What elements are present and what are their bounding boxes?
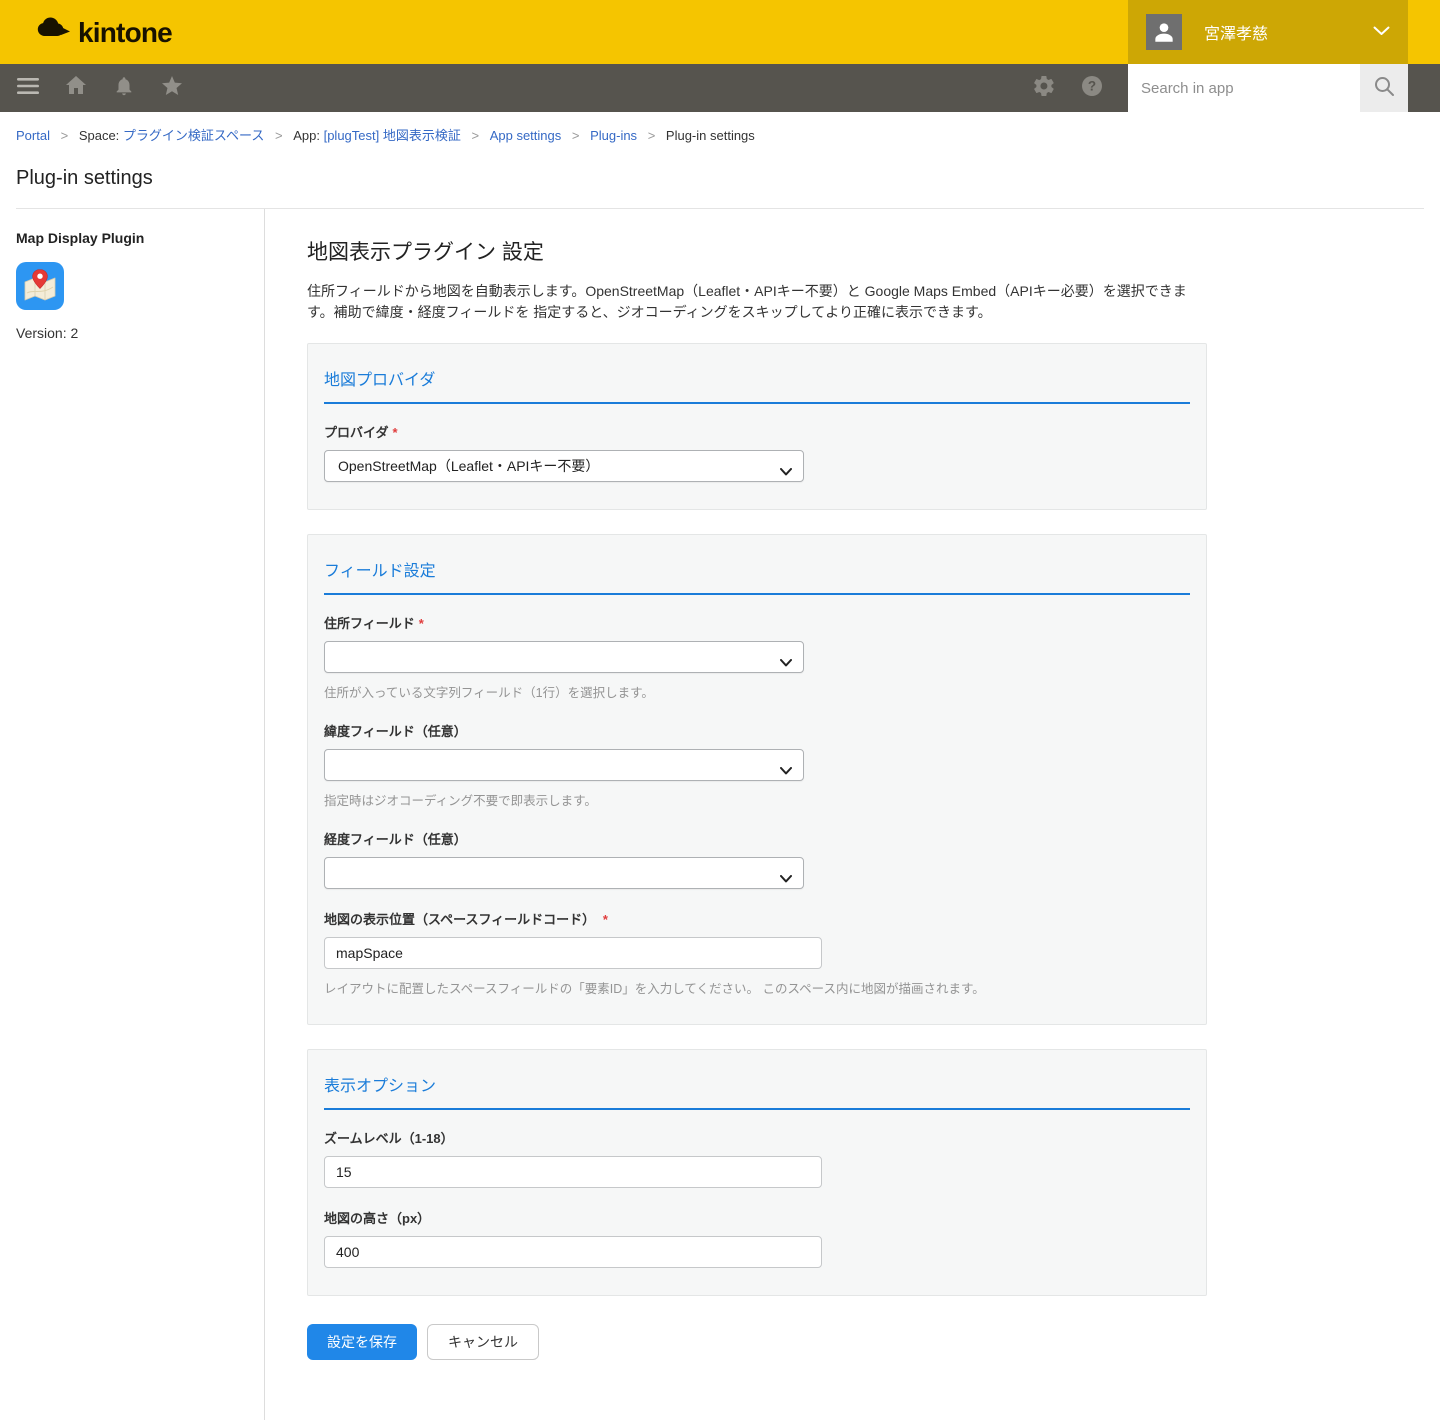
settings-heading: 地図表示プラグイン 設定 — [307, 239, 1207, 267]
form-actions: 設定を保存 キャンセル — [307, 1324, 1207, 1360]
hamburger-icon — [15, 75, 41, 102]
breadcrumb-app-prefix: App: — [293, 128, 320, 143]
map-space-field: 地図の表示位置（スペースフィールドコード） * レイアウトに配置したスペースフィ… — [324, 909, 1190, 997]
address-field: 住所フィールド* 住所が入っている文字列フィールド（1行）を選択します。 — [324, 613, 1190, 701]
chevron-down-icon — [780, 870, 792, 886]
required-marker: * — [419, 616, 424, 631]
search-icon — [1373, 75, 1396, 101]
field-label: 地図の表示位置（スペースフィールドコード） * — [324, 909, 1190, 928]
settings-button[interactable] — [1020, 64, 1068, 112]
section-title: 地図プロバイダ — [324, 360, 1190, 404]
content-area: Map Display Plugin Version: 2 地図表示プラグイン … — [0, 209, 1440, 1420]
section-title: 表示オプション — [324, 1066, 1190, 1110]
map-space-input[interactable] — [324, 937, 822, 969]
map-height-field: 地図の高さ（px） — [324, 1208, 1190, 1268]
breadcrumb: Portal > Space: プラグイン検証スペース > App: [plug… — [16, 125, 1424, 144]
app-search — [1128, 64, 1408, 112]
address-field-select[interactable] — [324, 641, 804, 673]
field-label: 地図の高さ（px） — [324, 1208, 1190, 1227]
zoom-level-input[interactable] — [324, 1156, 822, 1188]
field-label: 緯度フィールド（任意） — [324, 721, 1190, 740]
breadcrumb-separator: > — [61, 128, 69, 143]
page-title: Plug-in settings — [16, 165, 1424, 191]
field-help: レイアウトに配置したスペースフィールドの「要素ID」を入力してください。 このス… — [324, 978, 1190, 997]
svg-text:?: ? — [1088, 78, 1096, 93]
navbar-left-icons — [4, 64, 196, 112]
global-navbar: ? — [0, 64, 1440, 112]
plugin-sidebar: Map Display Plugin Version: 2 — [0, 209, 265, 1420]
chevron-down-icon — [780, 762, 792, 778]
home-icon — [64, 74, 88, 103]
provider-field: プロバイダ* OpenStreetMap（Leaflet・APIキー不要） — [324, 422, 1190, 482]
breadcrumb-plugins-link[interactable]: Plug-ins — [590, 128, 637, 143]
kintone-logo[interactable]: kintone — [36, 15, 172, 50]
breadcrumb-separator: > — [471, 128, 479, 143]
gear-icon — [1032, 74, 1056, 103]
field-label: ズームレベル（1-18） — [324, 1128, 1190, 1147]
field-label: プロバイダ* — [324, 422, 1190, 441]
plugin-icon — [16, 262, 64, 310]
navbar-right: ? — [1020, 64, 1408, 112]
breadcrumb-separator: > — [648, 128, 656, 143]
kintone-cloud-icon — [36, 15, 73, 50]
menu-button[interactable] — [4, 64, 52, 112]
notifications-button[interactable] — [100, 64, 148, 112]
breadcrumb-space-link[interactable]: プラグイン検証スペース — [123, 128, 264, 143]
field-label: 経度フィールド（任意） — [324, 829, 1190, 848]
kintone-logo-text: kintone — [78, 19, 172, 47]
field-help: 住所が入っている文字列フィールド（1行）を選択します。 — [324, 682, 1190, 701]
breadcrumb-portal-link[interactable]: Portal — [16, 128, 50, 143]
plugin-version: Version: 2 — [16, 325, 264, 341]
section-map-provider: 地図プロバイダ プロバイダ* OpenStreetMap（Leaflet・API… — [307, 343, 1207, 510]
section-title: フィールド設定 — [324, 551, 1190, 595]
longitude-field-select[interactable] — [324, 857, 804, 889]
help-icon: ? — [1080, 74, 1104, 103]
user-name: 宮澤孝慈 — [1204, 20, 1373, 44]
settings-description: 住所フィールドから地図を自動表示します。OpenStreetMap（Leafle… — [307, 281, 1202, 323]
breadcrumb-separator: > — [275, 128, 283, 143]
breadcrumb-app-link[interactable]: [plugTest] 地図表示検証 — [324, 128, 461, 143]
chevron-down-icon — [1373, 23, 1390, 41]
select-value: OpenStreetMap（Leaflet・APIキー不要） — [338, 456, 599, 476]
favorites-button[interactable] — [148, 64, 196, 112]
field-help: 指定時はジオコーディング不要で即表示します。 — [324, 790, 1190, 809]
latitude-field-select[interactable] — [324, 749, 804, 781]
top-header: kintone 宮澤孝慈 — [0, 0, 1440, 64]
plugin-name: Map Display Plugin — [16, 230, 264, 246]
star-icon — [160, 74, 184, 103]
breadcrumb-current: Plug-in settings — [666, 128, 755, 143]
settings-main: 地図表示プラグイン 設定 住所フィールドから地図を自動表示します。OpenStr… — [265, 209, 1207, 1420]
latitude-field: 緯度フィールド（任意） 指定時はジオコーディング不要で即表示します。 — [324, 721, 1190, 809]
section-display-options: 表示オプション ズームレベル（1-18） 地図の高さ（px） — [307, 1049, 1207, 1296]
breadcrumb-separator: > — [572, 128, 580, 143]
longitude-field: 経度フィールド（任意） — [324, 829, 1190, 889]
search-button[interactable] — [1360, 64, 1408, 112]
breadcrumb-space-prefix: Space: — [79, 128, 119, 143]
cancel-button[interactable]: キャンセル — [427, 1324, 539, 1360]
help-button[interactable]: ? — [1068, 64, 1116, 112]
required-marker: * — [392, 425, 397, 440]
bell-icon — [113, 74, 135, 103]
section-field-settings: フィールド設定 住所フィールド* 住所が入っている文字列フィールド（1行）を選択… — [307, 534, 1207, 1025]
user-avatar-icon — [1146, 14, 1182, 50]
chevron-down-icon — [780, 654, 792, 670]
search-input[interactable] — [1128, 64, 1360, 112]
save-settings-button[interactable]: 設定を保存 — [307, 1324, 417, 1360]
zoom-level-field: ズームレベル（1-18） — [324, 1128, 1190, 1188]
breadcrumb-app-settings-link[interactable]: App settings — [490, 128, 562, 143]
required-marker: * — [603, 912, 608, 927]
provider-select[interactable]: OpenStreetMap（Leaflet・APIキー不要） — [324, 450, 804, 482]
field-label: 住所フィールド* — [324, 613, 1190, 632]
user-menu[interactable]: 宮澤孝慈 — [1128, 0, 1408, 64]
chevron-down-icon — [780, 463, 792, 479]
home-button[interactable] — [52, 64, 100, 112]
map-height-input[interactable] — [324, 1236, 822, 1268]
